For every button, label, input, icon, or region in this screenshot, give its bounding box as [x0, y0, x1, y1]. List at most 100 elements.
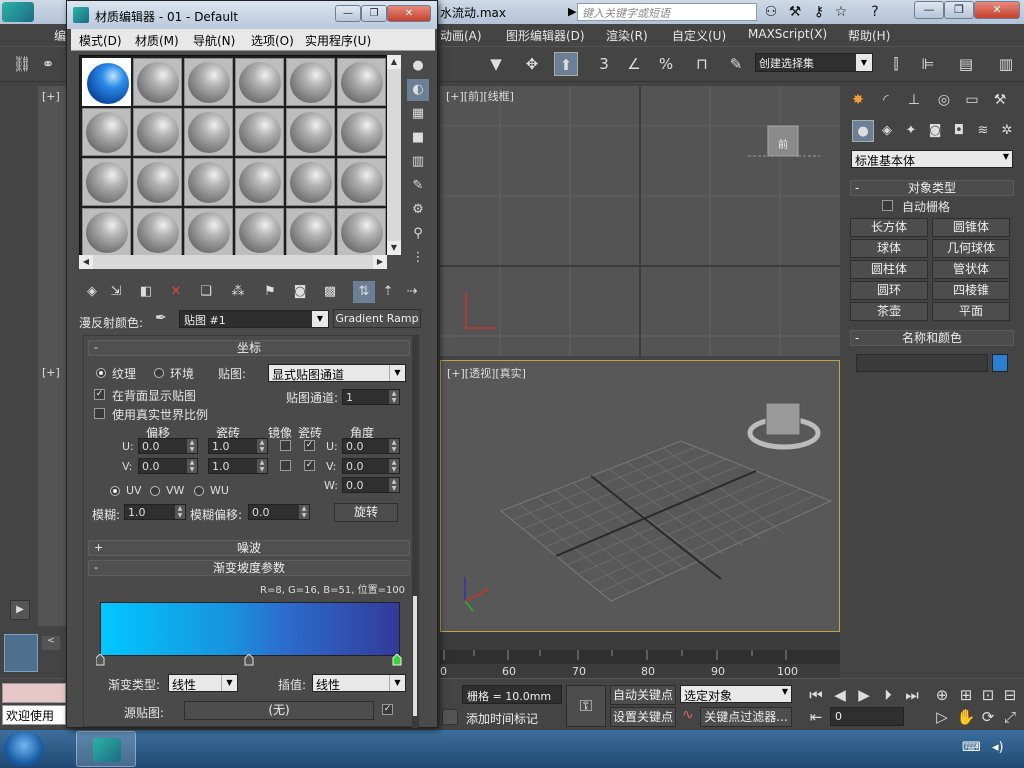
lights-icon[interactable]: ✦	[900, 120, 922, 142]
me-menu-options[interactable]: 选项(O)	[251, 32, 294, 49]
scroll-left-icon[interactable]: ◀	[79, 255, 93, 269]
systems-icon[interactable]: ✲	[996, 120, 1018, 142]
noise-rollout-header[interactable]: + 噪波	[88, 540, 410, 556]
communication-icon[interactable]: ⚒	[786, 3, 804, 21]
set-key-mode-icon[interactable]: ⚿	[566, 685, 606, 727]
zoom-extents-icon[interactable]: ⊡	[976, 683, 1000, 707]
menu-graph-editors[interactable]: 图形编辑器(D)	[506, 27, 585, 44]
scroll-down-icon[interactable]: ▼	[387, 241, 401, 255]
material-slot[interactable]	[133, 108, 182, 156]
menu-animation[interactable]: 动画(A)	[440, 27, 482, 44]
set-key-button[interactable]: 设置关键点	[610, 707, 676, 727]
make-preview-icon[interactable]: ✎	[407, 175, 429, 197]
material-id-channel-icon[interactable]: ◙	[289, 281, 311, 303]
scroll-right-icon[interactable]: ▶	[373, 255, 387, 269]
material-slot[interactable]	[82, 58, 131, 106]
rollouts-scrollbar[interactable]	[412, 336, 418, 728]
material-slot[interactable]	[286, 108, 335, 156]
material-slot[interactable]	[235, 208, 284, 256]
rollouts-scroll-thumb[interactable]	[413, 596, 417, 716]
select-object-icon[interactable]: ⬆	[554, 52, 578, 76]
graphite-tools-icon[interactable]: ▥	[994, 52, 1018, 76]
spinner-arrows-icon[interactable]: ▲ ▼	[389, 478, 399, 492]
real-world-scale-checkbox[interactable]	[94, 408, 105, 419]
vw-radio[interactable]	[150, 486, 160, 496]
current-frame-field[interactable]: 0	[830, 707, 904, 726]
v-offset-spinner[interactable]: 0.0 ▲ ▼	[138, 458, 198, 474]
go-to-end-icon[interactable]: ⏭	[900, 683, 924, 707]
put-to-scene-icon[interactable]: ⇲	[105, 281, 127, 303]
v-mirror-checkbox[interactable]	[280, 460, 291, 471]
taskbar-3dsmax-button[interactable]	[76, 731, 136, 767]
get-material-icon[interactable]: ◈	[81, 281, 103, 303]
mapping-dropdown[interactable]: 显式贴图通道 ▼	[268, 364, 406, 382]
spacewarps-icon[interactable]: ≋	[972, 120, 994, 142]
gradient-ramp-bar[interactable]	[100, 602, 400, 656]
key-mode-icon[interactable]: ⇤	[804, 705, 828, 729]
spinner-arrows-icon[interactable]: ▲ ▼	[389, 439, 399, 453]
geosphere-button[interactable]: 几何球体	[932, 239, 1010, 258]
me-maximize-button[interactable]: ❐	[361, 5, 387, 22]
scroll-up-icon[interactable]: ▲	[387, 55, 401, 69]
material-slot[interactable]	[235, 158, 284, 206]
unlink-icon[interactable]: ⚭	[36, 52, 60, 76]
maximize-button[interactable]: ❐	[944, 1, 974, 19]
me-menu-utilities[interactable]: 实用程序(U)	[305, 32, 371, 49]
pan-icon[interactable]: ✋	[954, 705, 978, 729]
geometry-icon[interactable]: ●	[852, 120, 874, 142]
texture-radio[interactable]	[96, 368, 106, 378]
me-minimize-button[interactable]: —	[335, 5, 361, 22]
map-channel-spinner[interactable]: 1 ▲ ▼	[342, 389, 400, 405]
shapes-icon[interactable]: ◈	[876, 120, 898, 142]
align-icon[interactable]: ⊫	[916, 52, 940, 76]
me-menu-navigation[interactable]: 导航(N)	[193, 32, 235, 49]
material-slot[interactable]	[82, 108, 131, 156]
plane-button[interactable]: 平面	[932, 302, 1010, 321]
spinner-arrows-icon[interactable]: ▲ ▼	[187, 439, 197, 453]
me-menu-modes[interactable]: 模式(D)	[79, 32, 122, 49]
wu-radio[interactable]	[194, 486, 204, 496]
selection-set-dropdown[interactable]: 创建选择集 ▼	[755, 53, 873, 72]
menu-edit[interactable]: 编	[54, 27, 66, 44]
snap-3d-icon[interactable]: 3	[592, 52, 616, 76]
material-slot[interactable]	[286, 58, 335, 106]
angle-snap-icon[interactable]: ∠	[622, 52, 646, 76]
display-tab-icon[interactable]: ▭	[960, 88, 984, 112]
blur-offset-spinner[interactable]: 0.0 ▲ ▼	[248, 504, 310, 520]
material-slot[interactable]	[133, 58, 182, 106]
maximize-viewport-icon[interactable]: ⤢	[998, 705, 1022, 729]
auto-key-button[interactable]: 自动关键点	[610, 685, 676, 705]
edit-named-sel-icon[interactable]: ✎	[724, 52, 748, 76]
tube-button[interactable]: 管状体	[932, 260, 1010, 279]
v-tile-checkbox[interactable]: ✓	[304, 460, 315, 471]
sample-uv-tiling-icon[interactable]: ■	[407, 127, 429, 149]
spinner-arrows-icon[interactable]: ▲ ▼	[299, 505, 309, 519]
eyedropper-icon[interactable]: ✒	[155, 310, 167, 326]
background-icon[interactable]: ▦	[407, 103, 429, 125]
material-slot[interactable]	[184, 108, 233, 156]
timeline-track[interactable]: 0 60 70 80 90 100	[440, 632, 840, 678]
autogrid-checkbox[interactable]	[882, 200, 893, 211]
w-angle-spinner[interactable]: 0.0 ▲ ▼	[342, 477, 400, 493]
zoom-icon[interactable]: ⊕	[930, 683, 954, 707]
percent-snap-icon[interactable]: %	[654, 52, 678, 76]
material-slot[interactable]	[82, 158, 131, 206]
viewport-perspective[interactable]: [+][透视][真实]	[440, 360, 840, 632]
interpolation-dropdown[interactable]: 线性 ▼	[312, 674, 406, 692]
teapot-button[interactable]: 茶壶	[850, 302, 928, 321]
sample-type-icon[interactable]: ●	[407, 55, 429, 77]
material-slot[interactable]	[184, 158, 233, 206]
spinner-snap-icon[interactable]: ⊓	[690, 52, 714, 76]
time-tag-icon[interactable]	[442, 709, 458, 725]
material-slot[interactable]	[337, 208, 386, 256]
material-slot[interactable]	[286, 158, 335, 206]
primitive-type-dropdown[interactable]: 标准基本体 ▼	[851, 150, 1013, 168]
material-slot[interactable]	[133, 208, 182, 256]
map-type-button[interactable]: Gradient Ramp	[333, 309, 421, 328]
hierarchy-tab-icon[interactable]: ⊥	[902, 88, 926, 112]
make-unique-icon[interactable]: ⁂	[227, 281, 249, 303]
motion-tab-icon[interactable]: ◎	[932, 88, 956, 112]
menu-rendering[interactable]: 渲染(R)	[606, 27, 648, 44]
utilities-tab-icon[interactable]: ⚒	[988, 88, 1012, 112]
link-icon[interactable]: ⛓	[10, 52, 34, 76]
